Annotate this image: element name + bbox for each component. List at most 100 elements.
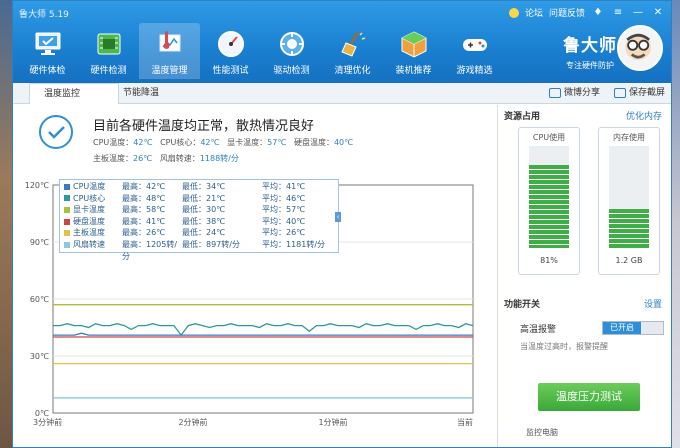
- feedback-link[interactable]: 问题反馈: [549, 6, 585, 19]
- avatar[interactable]: [617, 25, 663, 71]
- nav-label: 驱动检测: [273, 66, 310, 76]
- nav-driver[interactable]: 驱动检测: [261, 23, 322, 79]
- optimize-memory-link[interactable]: 优化内存: [626, 109, 662, 122]
- legend-max: 最高：42℃: [122, 182, 166, 191]
- fan-speed-value: 1188转/分: [199, 154, 239, 163]
- gpu-temp-label: 显卡温度：: [227, 138, 268, 147]
- x-tick-label: 2分钟前: [178, 417, 207, 427]
- memory-usage-label: 内存使用: [613, 133, 645, 142]
- circuit-board-icon: [97, 33, 120, 55]
- gpu-temp-value: 57℃: [267, 138, 287, 147]
- stress-test-button[interactable]: 温度压力测试: [538, 383, 640, 411]
- master-mascot-icon: [625, 33, 651, 60]
- close-icon[interactable]: ✕: [651, 7, 665, 18]
- legend-min: 最低：30℃: [182, 205, 226, 215]
- tab-temperature-monitor[interactable]: 温度监控: [29, 83, 119, 104]
- legend-avg: 平均：41℃: [262, 182, 306, 191]
- legend-avg: 平均：26℃: [262, 228, 306, 238]
- brand-name: 鲁大师: [563, 36, 617, 56]
- save-screenshot-button[interactable]: 保存截屏: [613, 83, 665, 103]
- menu-icon[interactable]: ≡: [611, 7, 625, 18]
- legend-row: 风扇转速 最高：1205转/分 最低：897转/分 平均：1181转/分: [60, 239, 338, 261]
- status-title: 目前各硬件温度均正常，散热情况良好: [93, 119, 315, 134]
- side-panel: 资源占用 优化内存 CPU使用 81% 内存使用 1.2 GB 功能开关 设置 …: [497, 105, 668, 447]
- disk-temp-label: 硬盘温度：: [293, 138, 334, 147]
- y-tick-label: 30℃: [30, 352, 49, 361]
- brand-slogan: 专注硬件防护: [566, 61, 614, 70]
- forum-link[interactable]: 论坛: [525, 6, 543, 19]
- driver-gear-icon: [279, 32, 304, 56]
- weibo-share-button[interactable]: 微博分享: [548, 83, 600, 103]
- nav-label: 游戏精选: [456, 66, 493, 76]
- legend-swatch: [64, 195, 70, 202]
- tab-energy-saving[interactable]: 节能降温: [109, 83, 173, 103]
- eye-icon: [548, 88, 561, 98]
- share-bar: 微博分享 保存截屏: [548, 83, 665, 103]
- nav-cleanup[interactable]: 清理优化: [322, 23, 383, 79]
- nav-build-recommend[interactable]: 装机推荐: [383, 23, 444, 79]
- tab-bar: 温度监控 节能降温 微博分享 保存截屏: [13, 83, 671, 104]
- legend-label: 风扇转速: [73, 239, 105, 249]
- nav-hardware-detect[interactable]: 硬件检测: [78, 23, 139, 79]
- header: 鲁大师 5.19 论坛 问题反馈 ♦ ≡ — ✕ 硬件体检 硬件检测 温度管理: [13, 1, 671, 83]
- nav-performance[interactable]: 性能测试: [200, 23, 261, 79]
- legend-swatch: [64, 230, 70, 237]
- legend-label: CPU核心: [73, 193, 106, 203]
- window-title: 鲁大师 5.19: [19, 10, 69, 20]
- legend-name: 风扇转速: [60, 239, 122, 251]
- memory-usage-fill: [609, 209, 649, 248]
- checkmark-icon: [48, 126, 65, 139]
- legend-min: 最低：24℃: [182, 228, 226, 238]
- save-screenshot-label: 保存截屏: [628, 88, 665, 98]
- legend-avg: 平均：46℃: [262, 193, 306, 203]
- board-temp-value: 26℃: [133, 154, 153, 163]
- features-title: 功能开关: [504, 300, 541, 310]
- broom-icon: [340, 31, 365, 57]
- legend-name: 主板温度: [60, 227, 122, 239]
- alarm-label: 高温报警: [520, 325, 557, 335]
- alarm-description: 当温度过高时，报警提醒: [520, 342, 608, 351]
- cpu-temp-value: 42℃: [133, 138, 153, 147]
- weibo-share-label: 微博分享: [563, 88, 600, 98]
- resources-title: 资源占用: [504, 112, 541, 122]
- brand: 鲁大师 专注硬件防护: [563, 31, 617, 71]
- alarm-toggle-state: 已开启: [603, 322, 641, 334]
- legend-avg: 平均：1181转/分: [262, 239, 326, 249]
- x-tick-label: 当前: [457, 417, 473, 427]
- legend-row: CPU核心 最高：48℃ 最低：21℃ 平均：46℃: [60, 193, 338, 205]
- cpu-usage-gauge: CPU使用 81%: [518, 127, 580, 275]
- memory-usage-value: 1.2 GB: [615, 256, 643, 265]
- legend-row: CPU温度 最高：42℃ 最低：34℃ 平均：41℃: [60, 181, 338, 193]
- cpu-core-value: 42℃: [200, 138, 220, 147]
- legend-max: 最高：58℃: [122, 205, 166, 215]
- legend-label: 硬盘温度: [73, 216, 105, 226]
- legend-label: 显卡温度: [73, 205, 105, 215]
- legend-avg: 平均：40℃: [262, 216, 306, 226]
- memory-usage-gauge: 内存使用 1.2 GB: [598, 127, 660, 275]
- legend-min: 最低：38℃: [182, 216, 226, 226]
- alarm-toggle[interactable]: 已开启: [602, 321, 664, 335]
- legend-swatch: [64, 218, 70, 225]
- x-tick-label: 1分钟前: [318, 417, 347, 427]
- legend-max: 最高：41℃: [122, 216, 166, 226]
- legend-name: 硬盘温度: [60, 216, 122, 228]
- legend-collapse-button[interactable]: ‹: [335, 212, 341, 222]
- nav-label: 硬件体检: [29, 66, 66, 76]
- cpu-usage-value: 81%: [540, 256, 558, 265]
- box-icon: [401, 31, 426, 58]
- skin-icon[interactable]: ♦: [591, 7, 605, 18]
- camera-icon: [613, 88, 626, 98]
- legend-max: 最高：26℃: [122, 228, 166, 238]
- cpu-usage-bar: [529, 146, 569, 248]
- nav-temperature[interactable]: 温度管理: [139, 23, 200, 79]
- nav-label: 温度管理: [151, 66, 188, 76]
- minimize-icon[interactable]: —: [631, 7, 645, 18]
- nav-games[interactable]: 游戏精选: [444, 23, 505, 79]
- nav-hardware-check[interactable]: 硬件体检: [17, 23, 78, 79]
- gamepad-icon: [462, 39, 487, 51]
- memory-usage-bar: [609, 146, 649, 248]
- cpu-core-label: CPU核心：: [160, 138, 201, 147]
- settings-link[interactable]: 设置: [644, 297, 662, 310]
- speedometer-icon: [217, 31, 244, 57]
- legend-min: 最低：34℃: [182, 182, 226, 191]
